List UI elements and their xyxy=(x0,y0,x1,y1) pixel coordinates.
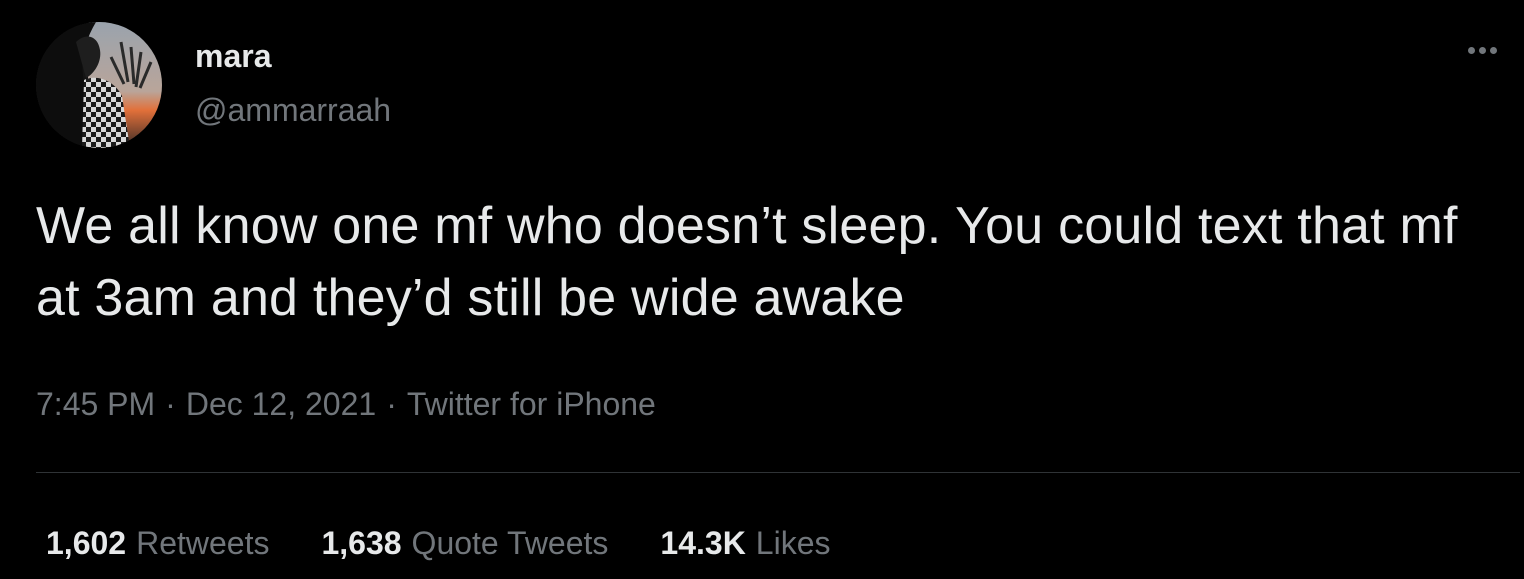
tweet-date[interactable]: Dec 12, 2021 xyxy=(186,386,376,422)
retweets-label: Retweets xyxy=(136,525,270,561)
more-options-button[interactable] xyxy=(1460,38,1504,62)
separator-dot: · xyxy=(386,386,397,422)
more-horizontal-icon xyxy=(1467,46,1475,54)
more-horizontal-icon-dot xyxy=(1478,46,1486,54)
tweet-source[interactable]: Twitter for iPhone xyxy=(407,386,656,422)
retweets-count: 1,602 xyxy=(46,525,127,561)
tweet-time[interactable]: 7:45 PM xyxy=(36,386,155,422)
tweet-card: mara @ammarraah We all know one mf who d… xyxy=(0,0,1524,579)
retweets-stat[interactable]: 1,602 Retweets xyxy=(46,523,269,563)
quote-tweets-label: Quote Tweets xyxy=(411,525,609,561)
quote-tweets-stat[interactable]: 1,638 Quote Tweets xyxy=(321,523,608,563)
display-name[interactable]: mara xyxy=(195,38,391,74)
tweet-header: mara @ammarraah xyxy=(36,22,1504,148)
avatar[interactable] xyxy=(36,22,162,148)
separator-dot: · xyxy=(165,386,176,422)
user-handle[interactable]: @ammarraah xyxy=(195,92,391,128)
likes-count: 14.3K xyxy=(660,525,746,561)
tweet-metadata: 7:45 PM · Dec 12, 2021 · Twitter for iPhone xyxy=(36,384,656,424)
author-names: mara @ammarraah xyxy=(195,38,391,128)
avatar-image xyxy=(36,22,162,148)
divider xyxy=(36,472,1520,473)
more-horizontal-icon-dot xyxy=(1489,46,1497,54)
likes-stat[interactable]: 14.3K Likes xyxy=(660,523,830,563)
quote-tweets-count: 1,638 xyxy=(321,525,402,561)
engagement-stats: 1,602 Retweets 1,638 Quote Tweets 14.3K Lik… xyxy=(46,523,831,563)
tweet-text: We all know one mf who doesn’t sleep. Yo… xyxy=(36,197,1458,327)
likes-label: Likes xyxy=(755,525,831,561)
